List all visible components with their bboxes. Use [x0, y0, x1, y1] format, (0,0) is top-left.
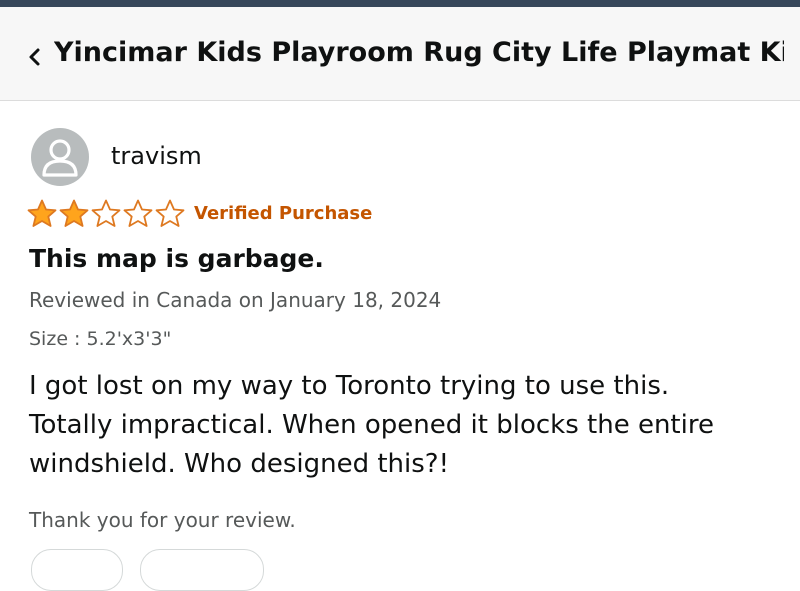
- review-body-line: I got lost on my way to Toronto trying t…: [29, 371, 670, 401]
- report-button[interactable]: [140, 549, 264, 591]
- page-title[interactable]: Yincimar Kids Playroom Rug City Life Pla…: [54, 37, 784, 68]
- product-size: Size : 5.2'x3'3": [29, 328, 172, 350]
- user-avatar-icon: [31, 128, 89, 186]
- review-body-line: Totally impractical. When opened it bloc…: [29, 410, 714, 440]
- helpful-button[interactable]: [31, 549, 123, 591]
- star-empty-icon: [123, 199, 153, 227]
- page-header: Yincimar Kids Playroom Rug City Life Pla…: [0, 7, 800, 101]
- thank-you-message: Thank you for your review.: [29, 508, 296, 532]
- review-body: I got lost on my way to Toronto trying t…: [29, 367, 789, 484]
- star-filled-icon: [59, 199, 89, 227]
- star-empty-icon: [155, 199, 185, 227]
- review-title: This map is garbage.: [29, 244, 324, 273]
- star-rating: [27, 199, 187, 228]
- top-status-bar: [0, 0, 800, 7]
- verified-purchase-badge: Verified Purchase: [194, 203, 373, 224]
- star-filled-icon: [27, 199, 57, 227]
- star-empty-icon: [91, 199, 121, 227]
- review-date: Reviewed in Canada on January 18, 2024: [29, 288, 442, 312]
- reviewer-name[interactable]: travism: [111, 142, 202, 170]
- review-body-line: windshield. Who designed this?!: [29, 449, 450, 479]
- chevron-left-icon[interactable]: [26, 47, 42, 67]
